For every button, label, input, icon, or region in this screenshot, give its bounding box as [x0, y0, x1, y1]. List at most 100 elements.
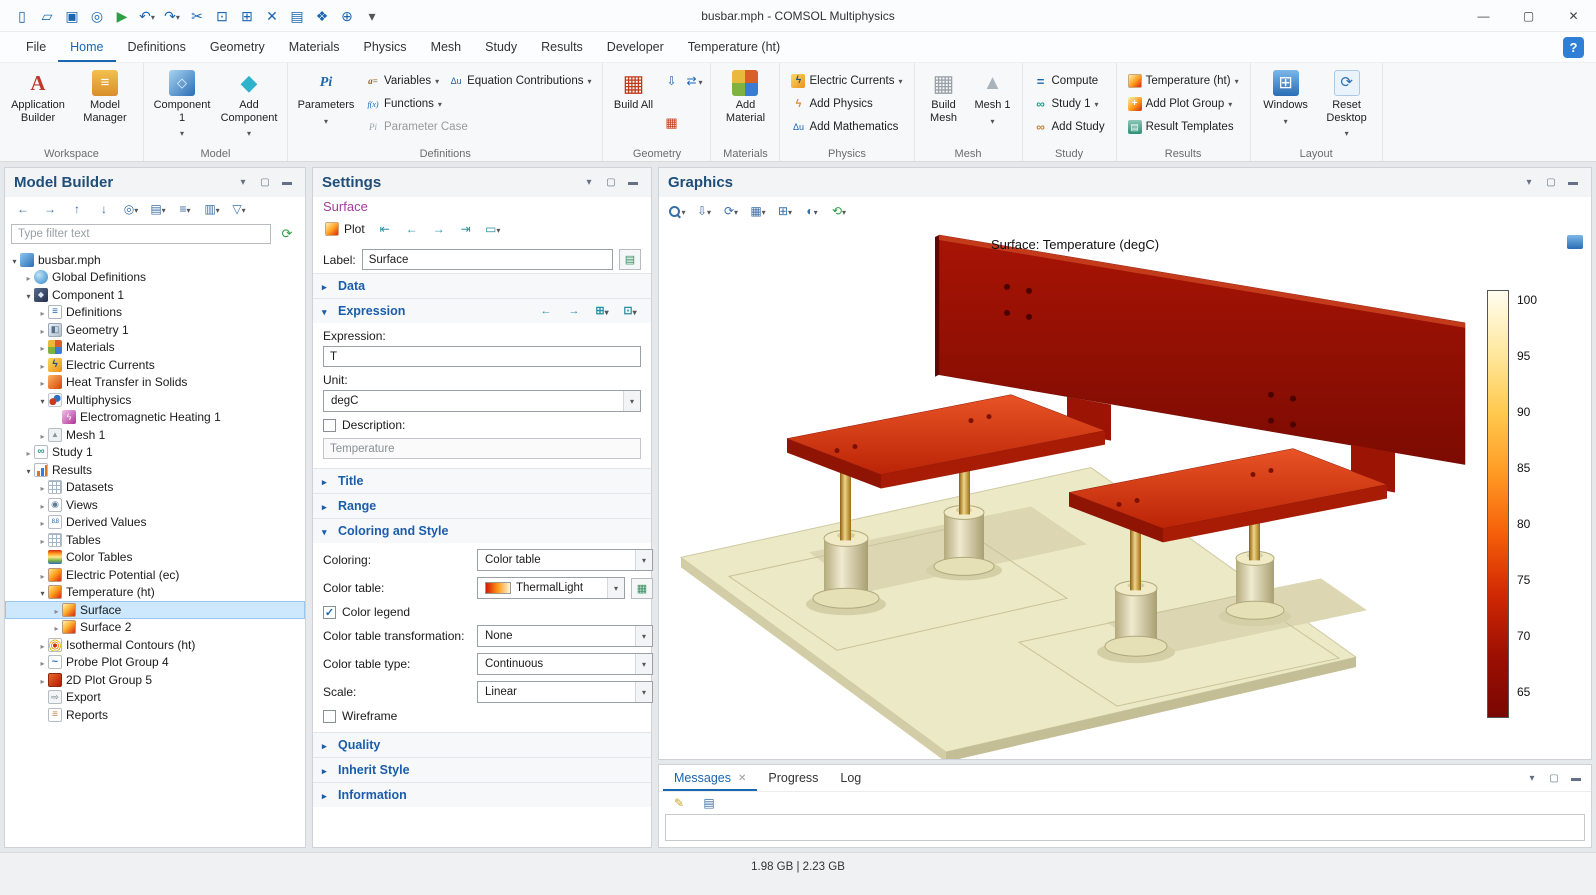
windows-button[interactable]: Windows	[1258, 67, 1314, 127]
redo-icon[interactable]: ↷	[160, 4, 184, 28]
previous-plot-icon[interactable]: ←	[400, 217, 424, 241]
tree-item-2d-plot-group-5[interactable]: 2D Plot Group 5	[5, 671, 305, 689]
tree-item-results[interactable]: Results	[5, 461, 305, 479]
tree-item-reports[interactable]: Reports	[5, 706, 305, 724]
image-snapshot-icon[interactable]: ▦	[746, 199, 770, 223]
tree-item-mesh-1[interactable]: Mesh 1	[5, 426, 305, 444]
collapse-caret-icon[interactable]	[51, 620, 62, 634]
menu-tab-temperature-ht[interactable]: Temperature (ht)	[676, 32, 792, 62]
close-tab-icon[interactable]: ✕	[738, 773, 746, 784]
section-quality[interactable]: Quality	[313, 732, 651, 757]
menu-tab-developer[interactable]: Developer	[595, 32, 676, 62]
expand-caret-icon[interactable]	[37, 585, 48, 599]
save-icon[interactable]: ▣	[60, 4, 84, 28]
color-table-transformation-select[interactable]: None	[477, 625, 653, 647]
copy-log-icon[interactable]: ▤	[697, 791, 721, 815]
label-input[interactable]	[362, 249, 613, 270]
scale-select[interactable]: Linear	[477, 681, 653, 703]
panel-float-icon[interactable]: ▢	[602, 174, 620, 192]
color-table-window-button[interactable]: ▦	[631, 578, 653, 599]
menu-tab-home[interactable]: Home	[58, 32, 115, 62]
menu-tab-physics[interactable]: Physics	[351, 32, 418, 62]
add-plot-group-button[interactable]: Add Plot Group	[1124, 94, 1243, 114]
rotate-view-icon[interactable]: ⟳	[719, 199, 743, 223]
tree-item-component-1[interactable]: Component 1	[5, 286, 305, 304]
cut-icon[interactable]: ✂	[185, 4, 209, 28]
copy-icon[interactable]: ⊡	[210, 4, 234, 28]
tree-item-global-definitions[interactable]: Global Definitions	[5, 269, 305, 287]
tree-item-export[interactable]: Export	[5, 689, 305, 707]
forward-icon[interactable]: →	[38, 197, 62, 221]
description-checkbox[interactable]	[323, 419, 336, 432]
insert-expression-icon[interactable]: →	[562, 299, 586, 323]
collapse-caret-icon[interactable]	[23, 445, 34, 459]
livelink-button[interactable]	[683, 71, 703, 91]
collapse-caret-icon[interactable]	[37, 375, 48, 389]
study-1-button[interactable]: Study 1	[1030, 94, 1109, 114]
collapse-caret-icon[interactable]	[51, 603, 62, 617]
collapse-caret-icon[interactable]	[37, 323, 48, 337]
graphics-scene[interactable]: Surface: Temperature (degC) 100959085807…	[659, 225, 1591, 759]
tab-log[interactable]: Log	[829, 765, 872, 791]
variables-button[interactable]: Variables	[362, 71, 443, 91]
new-file-icon[interactable]: ▯	[10, 4, 34, 28]
import-geometry-button[interactable]	[661, 71, 681, 91]
move-up-icon[interactable]: ↑	[65, 197, 89, 221]
tree-item-heat-transfer-in-solids[interactable]: Heat Transfer in Solids	[5, 374, 305, 392]
run-icon[interactable]: ▶	[110, 4, 134, 28]
menu-tab-materials[interactable]: Materials	[277, 32, 352, 62]
section-inherit-style[interactable]: Inherit Style	[313, 757, 651, 782]
back-icon[interactable]: ←	[11, 197, 35, 221]
component-1-button[interactable]: Component 1	[151, 67, 213, 140]
model-manager-button[interactable]: Model Manager	[74, 67, 136, 124]
expand-caret-icon[interactable]	[23, 288, 34, 302]
collapse-caret-icon[interactable]	[37, 673, 48, 687]
busbar-3d-model[interactable]	[659, 225, 1591, 759]
properties-icon[interactable]: ▤	[285, 4, 309, 28]
model-tree-node-text-icon[interactable]: ▤	[146, 197, 170, 221]
plot-in-icon[interactable]: ▭	[481, 217, 505, 241]
section-data[interactable]: Data	[313, 273, 651, 298]
menu-tab-definitions[interactable]: Definitions	[116, 32, 198, 62]
tree-item-geometry-1[interactable]: Geometry 1	[5, 321, 305, 339]
close-button[interactable]: ✕	[1551, 0, 1596, 32]
expand-collapse-icon[interactable]: ≡	[173, 197, 197, 221]
clear-log-icon[interactable]: ✎	[667, 791, 691, 815]
menu-tab-geometry[interactable]: Geometry	[198, 32, 277, 62]
geometry-settings-button[interactable]	[661, 112, 681, 132]
tree-item-surface[interactable]: Surface	[5, 601, 305, 619]
move-down-icon[interactable]: ↓	[92, 197, 116, 221]
collapse-caret-icon[interactable]	[37, 638, 48, 652]
tree-item-electromagnetic-heating-1[interactable]: Electromagnetic Heating 1	[5, 409, 305, 427]
collapse-caret-icon[interactable]	[37, 428, 48, 442]
windows-icon[interactable]: ❖	[310, 4, 334, 28]
color-table-select[interactable]: ThermalLight	[477, 577, 625, 599]
tree-item-views[interactable]: Views	[5, 496, 305, 514]
replace-expression-icon[interactable]: ←	[534, 299, 558, 323]
electric-currents-button[interactable]: Electric Currents	[787, 71, 906, 91]
panel-float-icon[interactable]: ▢	[256, 174, 274, 192]
tree-item-electric-potential-ec[interactable]: Electric Potential (ec)	[5, 566, 305, 584]
section-coloring-and-style[interactable]: Coloring and Style	[313, 518, 651, 543]
tree-item-materials[interactable]: Materials	[5, 339, 305, 357]
tab-progress[interactable]: Progress	[757, 765, 829, 791]
update-plot-icon[interactable]: ⟲	[827, 199, 851, 223]
tree-filter-input[interactable]	[11, 224, 271, 244]
panel-menu-icon[interactable]: ▾	[1520, 174, 1538, 192]
show-icon[interactable]: ◎	[119, 197, 143, 221]
delete-icon[interactable]: ✕	[260, 4, 284, 28]
parameter-case-button[interactable]: Parameter Case	[362, 117, 472, 137]
collapse-caret-icon[interactable]	[37, 480, 48, 494]
section-expression[interactable]: Expression ←→⊞⊡	[313, 298, 651, 323]
wireframe-checkbox[interactable]	[323, 710, 336, 723]
temperature-ht-button[interactable]: Temperature (ht)	[1124, 71, 1243, 91]
tree-item-probe-plot-group-4[interactable]: Probe Plot Group 4	[5, 654, 305, 672]
menu-tab-mesh[interactable]: Mesh	[419, 32, 474, 62]
filter-icon[interactable]: ▽	[227, 197, 251, 221]
add-component-button[interactable]: Add Component	[218, 67, 280, 140]
menu-tab-file[interactable]: File	[14, 32, 58, 62]
collapse-caret-icon[interactable]	[37, 515, 48, 529]
panel-menu-icon[interactable]: ▾	[580, 174, 598, 192]
tree-item-temperature-ht[interactable]: Temperature (ht)	[5, 584, 305, 602]
panel-float-icon[interactable]: ▢	[1542, 174, 1560, 192]
